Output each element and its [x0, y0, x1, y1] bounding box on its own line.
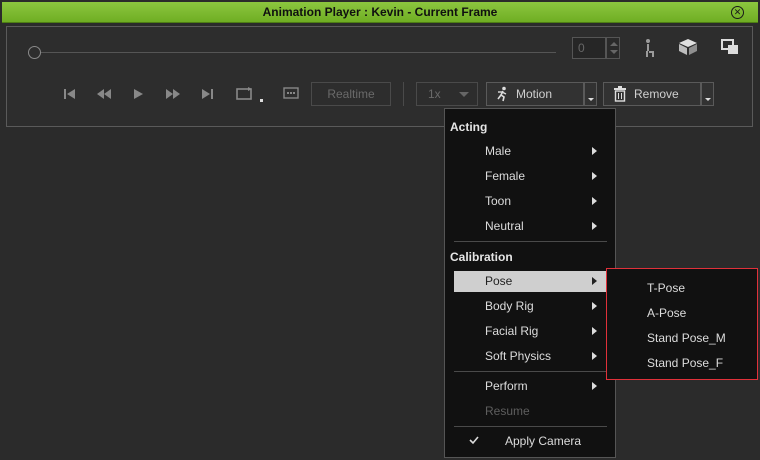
menu-item-label: Perform	[485, 379, 528, 393]
menu-item-body-rig[interactable]: Body Rig	[454, 296, 607, 317]
pose-submenu: T-Pose A-Pose Stand Pose_M Stand Pose_F	[606, 268, 758, 380]
motion-button[interactable]: Motion	[486, 82, 584, 106]
submenu-arrow-icon	[592, 172, 597, 180]
menu-item-neutral[interactable]: Neutral	[454, 216, 607, 237]
menu-item-facial-rig[interactable]: Facial Rig	[454, 321, 607, 342]
menu-item-label: Toon	[485, 194, 512, 208]
submenu-item-a-pose[interactable]: A-Pose	[607, 301, 757, 325]
checkmark-icon	[469, 436, 479, 445]
frame-spinner[interactable]	[606, 37, 620, 59]
frame-number-field[interactable]: 0	[572, 37, 606, 59]
submenu-arrow-icon	[592, 277, 597, 285]
player-panel	[6, 26, 753, 127]
menu-item-apply-camera[interactable]: Apply Camera	[454, 431, 607, 452]
menu-item-label: Pose	[485, 274, 513, 288]
play-icon[interactable]	[130, 86, 148, 102]
submenu-item-label: Stand Pose_M	[647, 331, 726, 345]
next-frame-icon[interactable]	[164, 86, 182, 102]
go-to-end-icon[interactable]	[199, 86, 217, 102]
menu-heading-acting: Acting	[450, 120, 488, 134]
menu-divider	[454, 241, 607, 242]
submenu-item-label: T-Pose	[647, 281, 686, 295]
menu-divider	[454, 426, 607, 427]
menu-item-label: Facial Rig	[485, 324, 539, 338]
submenu-item-stand-pose-m[interactable]: Stand Pose_M	[607, 326, 757, 350]
submenu-arrow-icon	[592, 147, 597, 155]
menu-item-perform[interactable]: Perform	[454, 376, 607, 397]
trash-icon	[614, 86, 626, 102]
menu-heading-calibration: Calibration	[450, 250, 513, 264]
speed-dropdown[interactable]: 1x	[416, 82, 478, 106]
menu-item-label: Female	[485, 169, 526, 183]
menu-item-pose[interactable]: Pose	[454, 271, 607, 292]
timeline-slider-track[interactable]	[41, 52, 556, 53]
menu-item-label: Resume	[485, 404, 530, 418]
window-dock-icon[interactable]	[721, 39, 739, 55]
submenu-arrow-icon	[592, 302, 597, 310]
previous-frame-icon[interactable]	[95, 86, 113, 102]
remove-label: Remove	[634, 87, 679, 101]
menu-item-female[interactable]: Female	[454, 166, 607, 187]
toolbar-divider	[403, 82, 404, 106]
window-title-bar: Animation Player : Kevin - Current Frame…	[2, 2, 758, 23]
loop-mode-icon[interactable]	[234, 86, 266, 102]
submenu-item-label: A-Pose	[647, 306, 687, 320]
remove-dropdown-arrow[interactable]	[701, 82, 714, 106]
menu-item-label: Soft Physics	[485, 349, 552, 363]
submenu-arrow-icon	[592, 382, 597, 390]
submenu-arrow-icon	[592, 197, 597, 205]
running-figure-icon	[497, 86, 507, 102]
submenu-item-label: Stand Pose_F	[647, 356, 724, 370]
menu-item-label: Body Rig	[485, 299, 534, 313]
chevron-down-icon	[459, 92, 469, 97]
frame-number-value: 0	[578, 41, 585, 55]
menu-item-male[interactable]: Male	[454, 141, 607, 162]
submenu-arrow-icon	[592, 222, 597, 230]
submenu-item-stand-pose-f[interactable]: Stand Pose_F	[607, 351, 757, 375]
menu-divider	[454, 371, 607, 372]
motion-label: Motion	[516, 87, 553, 101]
submenu-item-t-pose[interactable]: T-Pose	[607, 276, 757, 300]
subtitle-icon[interactable]	[282, 86, 300, 102]
figure-pose-icon[interactable]	[642, 38, 656, 58]
realtime-button[interactable]: Realtime	[311, 82, 391, 106]
motion-context-menu: Acting Male Female Toon Neutral Calibrat…	[444, 108, 616, 458]
realtime-label: Realtime	[327, 87, 375, 101]
submenu-arrow-icon	[592, 352, 597, 360]
3d-box-icon[interactable]	[677, 38, 699, 56]
menu-item-resume: Resume	[454, 401, 607, 422]
go-to-start-icon[interactable]	[61, 86, 79, 102]
remove-button[interactable]: Remove	[603, 82, 701, 106]
submenu-arrow-icon	[592, 327, 597, 335]
window-title: Animation Player : Kevin - Current Frame	[262, 5, 498, 19]
menu-item-toon[interactable]: Toon	[454, 191, 607, 212]
menu-item-label: Male	[485, 144, 512, 158]
menu-item-label: Neutral	[485, 219, 524, 233]
menu-item-soft-physics[interactable]: Soft Physics	[454, 346, 607, 367]
menu-item-label: Apply Camera	[505, 434, 582, 448]
timeline-slider-handle[interactable]	[28, 46, 41, 59]
close-circle-icon[interactable]: ✕	[731, 6, 744, 19]
motion-dropdown-arrow[interactable]	[584, 82, 597, 106]
speed-value: 1x	[428, 87, 441, 101]
